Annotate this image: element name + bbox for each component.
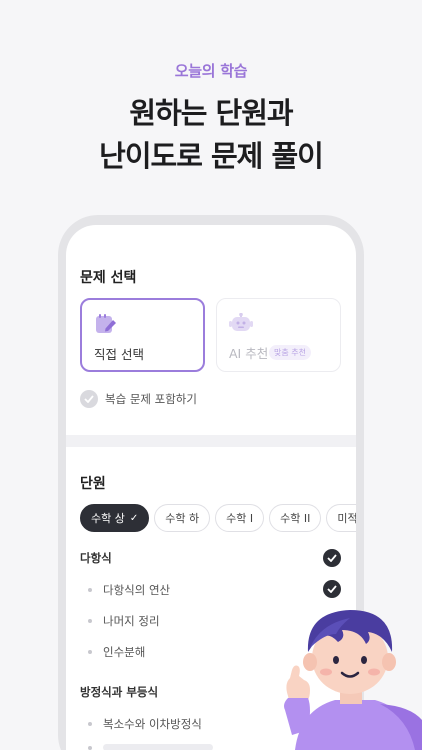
headline-line-2: 난이도로 문제 풀이 <box>99 139 324 173</box>
bullet-icon <box>88 619 92 623</box>
notebook-pencil-icon <box>94 312 118 340</box>
check-icon: ✓ <box>129 512 139 524</box>
unit-group-equations[interactable]: 방정식과 부등식 <box>80 684 158 700</box>
chip-calculus[interactable]: 미적분 <box>326 504 356 532</box>
unit-item-label: 복소수와 이차방정식 <box>103 717 202 731</box>
unit-item-placeholder <box>103 744 213 750</box>
bullet-icon <box>88 650 92 654</box>
chip-math-lower[interactable]: 수학 하 <box>154 504 211 532</box>
chip-label: 수학 I <box>226 512 254 525</box>
unit-item-factorization[interactable]: 인수분해 <box>88 644 145 660</box>
unit-item-label: 인수분해 <box>103 645 146 659</box>
headline-line-1: 원하는 단원과 <box>129 96 293 130</box>
bullet-icon <box>88 722 92 726</box>
direct-select-label: 직접 선택 <box>94 347 144 362</box>
unit-item-remainder-theorem[interactable]: 나머지 정리 <box>88 613 160 629</box>
ai-recommend-card[interactable]: AI 추천 맞춤 추천 <box>216 298 341 372</box>
unit-item-label: 다항식의 연산 <box>103 583 171 597</box>
review-include-toggle[interactable]: 복습 문제 포함하기 <box>80 390 197 408</box>
chip-label: 수학 II <box>280 512 311 525</box>
unit-item-partial[interactable] <box>88 744 213 750</box>
page-headline: 원하는 단원과 난이도로 문제 풀이 <box>0 92 422 178</box>
review-include-label: 복습 문제 포함하기 <box>105 392 197 406</box>
section-divider <box>66 435 356 447</box>
unit-group-polynomial[interactable]: 다항식 <box>80 550 112 566</box>
chip-label: 수학 하 <box>165 512 200 525</box>
chip-math-2[interactable]: 수학 II <box>269 504 322 532</box>
chip-math-1[interactable]: 수학 I <box>215 504 265 532</box>
check-icon[interactable] <box>323 549 341 567</box>
problem-select-title: 문제 선택 <box>80 270 137 286</box>
ai-recommend-label: AI 추천 <box>229 346 269 361</box>
check-icon <box>80 390 98 408</box>
section-subtitle: 오늘의 학습 <box>174 62 248 80</box>
course-chip-list: 수학 상 ✓ 수학 하 수학 I 수학 II 미적분 <box>80 504 356 532</box>
chip-label: 미적분 <box>337 512 356 525</box>
bullet-icon <box>88 588 92 592</box>
chip-label: 수학 상 <box>91 512 125 525</box>
unit-item-polynomial-operations[interactable]: 다항식의 연산 <box>88 582 170 598</box>
chip-math-upper[interactable]: 수학 상 ✓ <box>80 504 150 532</box>
direct-select-card[interactable]: 직접 선택 <box>80 298 205 372</box>
mascot-character <box>284 610 422 750</box>
unit-item-complex-quadratic[interactable]: 복소수와 이차방정식 <box>88 716 202 732</box>
robot-icon <box>229 312 253 339</box>
unit-item-label: 나머지 정리 <box>103 614 160 628</box>
bullet-icon <box>88 745 92 750</box>
units-title: 단원 <box>80 476 106 492</box>
check-icon[interactable] <box>323 580 341 598</box>
custom-recommend-badge: 맞춤 추천 <box>269 345 311 360</box>
